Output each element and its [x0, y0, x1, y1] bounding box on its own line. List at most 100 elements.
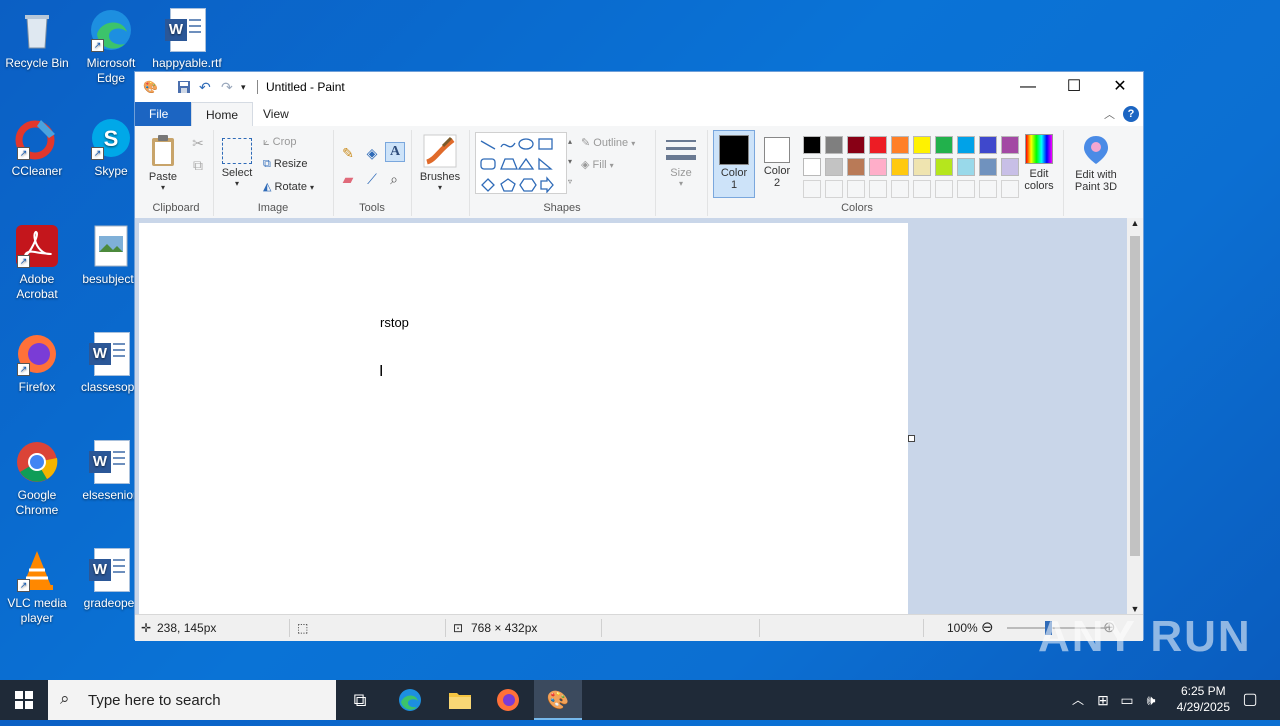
palette-color-swatch[interactable]	[935, 158, 953, 176]
palette-empty-swatch[interactable]	[803, 180, 821, 198]
taskbar-paint-icon[interactable]: 🎨	[534, 680, 582, 720]
vertical-scrollbar[interactable]: ▲ ▼	[1127, 218, 1143, 614]
select-button[interactable]: Select ▾	[219, 134, 255, 188]
pencil-icon[interactable]: ✎	[339, 144, 357, 162]
shapes-scroll-icon[interactable]: ▴ ▾ ▿	[565, 132, 575, 192]
minimize-ribbon-icon[interactable]: ︿	[1104, 106, 1115, 122]
text-tool-icon[interactable]: A	[385, 142, 405, 162]
palette-color-swatch[interactable]	[957, 158, 975, 176]
desktop-icon-chrome[interactable]: Google Chrome	[2, 440, 72, 518]
palette-color-swatch[interactable]	[825, 136, 843, 154]
volume-icon[interactable]: 🕪	[1140, 680, 1162, 720]
palette-empty-swatch[interactable]	[913, 180, 931, 198]
rotate-button[interactable]: ◭ Rotate ▾	[263, 180, 314, 193]
crop-button[interactable]: ⟀ Crop	[263, 136, 297, 149]
palette-empty-swatch[interactable]	[825, 180, 843, 198]
palette-empty-swatch[interactable]	[935, 180, 953, 198]
color2-button[interactable]: Color 2	[757, 130, 797, 196]
clock-time: 6:25 PM	[1180, 684, 1226, 698]
paste-label: Paste	[148, 171, 178, 183]
undo-icon[interactable]: ↶	[199, 80, 213, 94]
save-icon[interactable]	[177, 80, 191, 94]
customize-quick-access-icon[interactable]: ▾	[241, 80, 255, 94]
canvas-area[interactable]: rstop I	[135, 218, 1127, 614]
palette-color-swatch[interactable]	[891, 136, 909, 154]
palette-color-swatch[interactable]	[825, 158, 843, 176]
scroll-up-icon[interactable]: ▲	[1127, 218, 1143, 228]
color1-button[interactable]: Color 1	[713, 130, 755, 198]
tab-file[interactable]: File	[135, 102, 191, 126]
palette-empty-swatch[interactable]	[891, 180, 909, 198]
maximize-button[interactable]: ☐	[1051, 72, 1097, 102]
palette-empty-swatch[interactable]	[869, 180, 887, 198]
palette-color-swatch[interactable]	[913, 158, 931, 176]
shortcut-arrow-icon: ↗	[17, 255, 30, 268]
palette-color-swatch[interactable]	[979, 158, 997, 176]
drawing-canvas[interactable]: rstop I	[139, 223, 908, 614]
desktop-icon-acrobat[interactable]: ↗ Adobe Acrobat	[2, 224, 72, 302]
palette-color-swatch[interactable]	[847, 158, 865, 176]
taskbar-file-explorer-icon[interactable]	[436, 680, 484, 720]
taskbar-firefox-icon[interactable]	[484, 680, 532, 720]
task-view-icon[interactable]: ⧉	[336, 680, 384, 720]
tab-home[interactable]: Home	[191, 102, 254, 126]
edit-colors-button[interactable]: Edit colors	[1017, 134, 1061, 192]
palette-color-swatch[interactable]	[913, 136, 931, 154]
eraser-icon[interactable]: ▰	[339, 170, 357, 188]
window-title: Untitled - Paint	[266, 80, 345, 94]
palette-empty-swatch[interactable]	[979, 180, 997, 198]
palette-color-swatch[interactable]	[869, 158, 887, 176]
size-button[interactable]: Size ▾	[661, 134, 701, 188]
firefox-icon: ↗	[15, 332, 59, 376]
anyrun-watermark: ANY RUN	[1038, 612, 1252, 661]
shapes-gallery-icons	[480, 138, 554, 194]
outline-icon: ✎	[581, 137, 591, 149]
taskbar-search-box[interactable]: ⌕ Type here to search	[48, 680, 336, 720]
palette-color-swatch[interactable]	[803, 136, 821, 154]
outline-button[interactable]: ✎ Outline ▾	[581, 136, 635, 149]
paste-dropdown-icon: ▾	[160, 183, 165, 192]
canvas-resize-handle[interactable]	[908, 435, 915, 442]
paste-button[interactable]: Paste ▾	[145, 134, 181, 192]
canvas-text[interactable]: rstop	[380, 315, 409, 330]
shapes-gallery[interactable]	[475, 132, 567, 194]
notifications-icon[interactable]: ▢	[1232, 680, 1268, 720]
tab-view[interactable]: View	[249, 102, 303, 126]
help-icon[interactable]: ?	[1123, 106, 1139, 122]
taskbar-clock[interactable]: 6:25 PM 4/29/2025	[1177, 683, 1230, 715]
redo-icon[interactable]: ↷	[221, 80, 235, 94]
taskbar-edge-icon[interactable]	[386, 680, 434, 720]
scrollbar-thumb[interactable]	[1130, 236, 1140, 556]
close-button[interactable]: ✕	[1097, 72, 1143, 102]
edit-with-paint3d-button[interactable]: Edit with Paint 3D	[1067, 134, 1125, 193]
palette-color-swatch[interactable]	[979, 136, 997, 154]
selection-size-icon: ⬚	[297, 621, 309, 635]
palette-empty-swatch[interactable]	[957, 180, 975, 198]
palette-color-swatch[interactable]	[891, 158, 909, 176]
desktop-icon-happyable[interactable]: W happyable.rtf	[152, 8, 222, 71]
palette-color-swatch[interactable]	[847, 136, 865, 154]
desktop-icon-firefox[interactable]: ↗ Firefox	[2, 332, 72, 395]
desktop-icon-ccleaner[interactable]: ↗ CCleaner	[2, 116, 72, 179]
minimize-button[interactable]: —	[1005, 72, 1051, 102]
fill-button[interactable]: ◈ Fill ▾	[581, 158, 614, 171]
color-picker-icon[interactable]: ⟋	[363, 170, 381, 188]
zoom-out-icon[interactable]: ⊖	[981, 618, 994, 636]
resize-button[interactable]: ⧉ Resize	[263, 158, 308, 171]
fill-bucket-icon[interactable]: ◈	[363, 144, 381, 162]
brushes-button[interactable]: Brushes ▾	[417, 134, 463, 192]
desktop-icon-recycle-bin[interactable]: Recycle Bin	[2, 8, 72, 71]
palette-color-swatch[interactable]	[935, 136, 953, 154]
palette-color-swatch[interactable]	[957, 136, 975, 154]
palette-empty-swatch[interactable]	[847, 180, 865, 198]
desktop-icon-vlc[interactable]: ↗ VLC media player	[2, 548, 72, 626]
copy-icon[interactable]: ⧉	[189, 156, 207, 174]
palette-color-swatch[interactable]	[869, 136, 887, 154]
cut-icon[interactable]: ✂	[189, 134, 207, 152]
network-icon[interactable]: ⊞	[1092, 680, 1114, 720]
display-icon[interactable]: ▭	[1116, 680, 1138, 720]
show-hidden-icons-icon[interactable]: ︿	[1066, 680, 1090, 720]
start-button[interactable]	[0, 680, 48, 720]
palette-color-swatch[interactable]	[803, 158, 821, 176]
magnifier-icon[interactable]: ⌕	[385, 170, 403, 188]
